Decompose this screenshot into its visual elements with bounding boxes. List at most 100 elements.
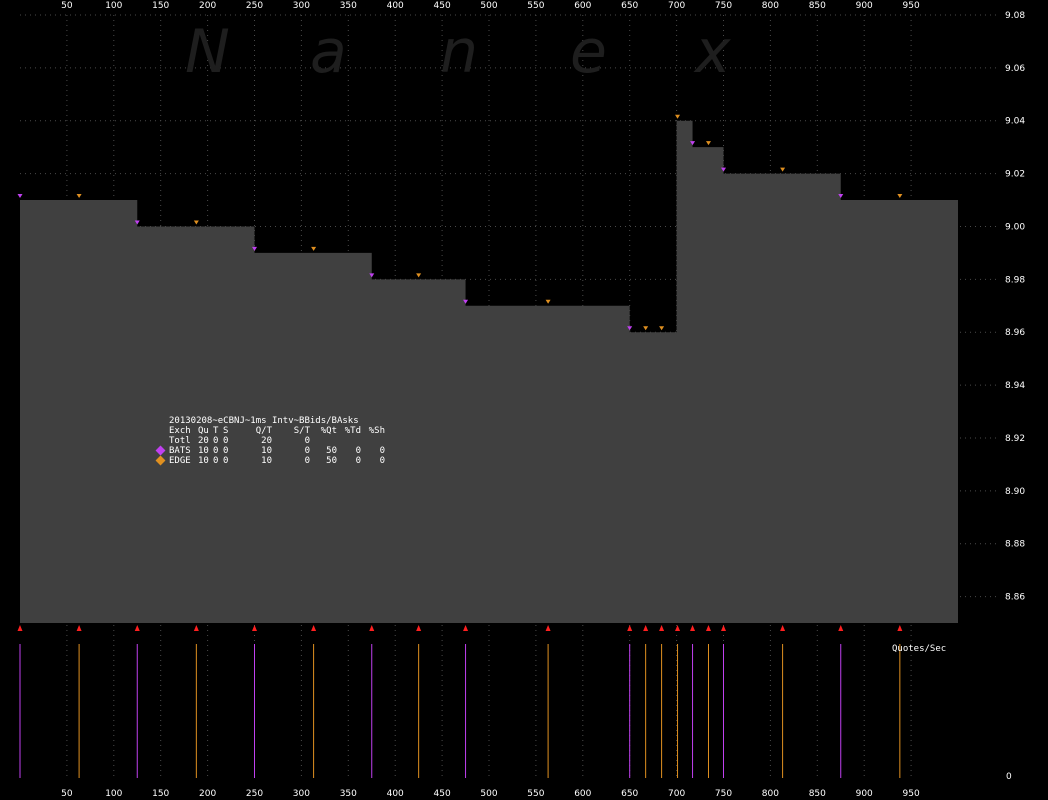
qt: 20 bbox=[261, 436, 272, 446]
x-tick-label: 300 bbox=[293, 789, 310, 799]
x-tick-label: 250 bbox=[246, 1, 263, 11]
x-tick-label: 850 bbox=[809, 789, 826, 799]
bid-ask-step-area bbox=[20, 120, 958, 623]
nanex-watermark: Na n e x bbox=[185, 17, 731, 87]
exch: EDGE bbox=[169, 456, 191, 466]
header-exch: Exch bbox=[169, 426, 191, 436]
s: 0 bbox=[223, 446, 229, 456]
y-tick-label: 8.98 bbox=[1005, 275, 1025, 285]
tick-arrow bbox=[780, 625, 786, 631]
x-tick-label: 700 bbox=[668, 1, 685, 11]
t: 0 bbox=[213, 436, 219, 446]
y-tick-label: 8.90 bbox=[1005, 487, 1025, 497]
x-axis-top: 50 100 150 200 250 300 350 400 450 500 550 600 650 70… bbox=[61, 1, 920, 11]
tick-arrow bbox=[705, 625, 711, 631]
x-tick-label: 600 bbox=[574, 1, 591, 11]
x-tick-label: 350 bbox=[340, 1, 357, 11]
quote-chart: Nanex 50 100 150 200 250 300 350 400 450 500 550 60… bbox=[17, 1, 1025, 799]
tick-arrow bbox=[134, 625, 140, 631]
quote-marker bbox=[311, 246, 317, 251]
watermark-letter: e bbox=[570, 17, 607, 87]
time-tick-arrows bbox=[17, 625, 903, 631]
watermark-letter: x bbox=[693, 17, 731, 87]
quote-marker bbox=[76, 194, 82, 199]
tick-arrow bbox=[311, 625, 317, 631]
y-tick-label: 9.06 bbox=[1005, 64, 1025, 74]
x-tick-label: 550 bbox=[527, 1, 544, 11]
pct-qt: 50 bbox=[326, 446, 337, 456]
y-tick-label: 8.92 bbox=[1005, 434, 1025, 444]
tick-arrow bbox=[193, 625, 199, 631]
st: 0 bbox=[304, 456, 310, 466]
tick-arrow bbox=[838, 625, 844, 631]
quote-marker bbox=[17, 194, 23, 199]
tick-arrow bbox=[76, 625, 82, 631]
y-tick-label: 9.04 bbox=[1005, 117, 1025, 127]
rate-zero-label: 0 bbox=[1006, 772, 1012, 782]
qt: 10 bbox=[261, 456, 272, 466]
pct-sh: 0 bbox=[379, 456, 385, 466]
header-pct-td: %Td bbox=[344, 426, 361, 436]
exch: Totl bbox=[169, 436, 191, 446]
x-tick-label: 900 bbox=[856, 789, 873, 799]
tick-arrow bbox=[545, 625, 551, 631]
header-qu: Qu bbox=[198, 426, 209, 436]
x-axis-bottom: 50 100 150 200 250 300 350 400 450 500 550 600 650 70… bbox=[61, 789, 920, 799]
x-tick-label: 500 bbox=[480, 1, 497, 11]
stats-title: 20130208~eCBNJ~1ms Intv~BBids/BAsks bbox=[169, 416, 359, 426]
tick-arrow bbox=[690, 625, 696, 631]
tick-arrow bbox=[659, 625, 665, 631]
s: 0 bbox=[223, 456, 229, 466]
t: 0 bbox=[213, 446, 219, 456]
x-tick-label: 300 bbox=[293, 1, 310, 11]
pct-sh: 0 bbox=[379, 446, 385, 456]
qu: 10 bbox=[198, 456, 209, 466]
tick-arrow bbox=[463, 625, 469, 631]
stats-table: 20130208~eCBNJ~1ms Intv~BBids/BAsks Exch… bbox=[155, 416, 385, 466]
x-tick-label: 800 bbox=[762, 1, 779, 11]
y-tick-label: 9.02 bbox=[1005, 170, 1025, 180]
quote-marker bbox=[780, 167, 786, 172]
quotes-per-sec-label: Quotes/Sec bbox=[892, 644, 946, 654]
x-tick-label: 950 bbox=[903, 1, 920, 11]
y-tick-label: 8.86 bbox=[1005, 593, 1025, 603]
s: 0 bbox=[223, 436, 229, 446]
x-tick-label: 400 bbox=[387, 789, 404, 799]
stats-row-edge: EDGE 10 0 0 10 0 50 0 0 bbox=[155, 455, 385, 466]
tick-arrow bbox=[897, 625, 903, 631]
qu: 20 bbox=[198, 436, 209, 446]
x-tick-label: 200 bbox=[199, 1, 216, 11]
x-tick-label: 750 bbox=[715, 789, 732, 799]
t: 0 bbox=[213, 456, 219, 466]
qu: 10 bbox=[198, 446, 209, 456]
stats-row-bats: BATS 10 0 0 10 0 50 0 0 bbox=[155, 445, 385, 456]
tick-arrow bbox=[17, 625, 23, 631]
y-tick-label: 9.00 bbox=[1005, 222, 1025, 232]
tick-arrow bbox=[675, 625, 681, 631]
quote-marker bbox=[193, 220, 199, 225]
tick-arrow bbox=[252, 625, 257, 631]
x-tick-label: 150 bbox=[152, 1, 169, 11]
quote-rate-spikes bbox=[19, 644, 901, 778]
x-tick-label: 100 bbox=[105, 1, 122, 11]
x-tick-label: 150 bbox=[152, 789, 169, 799]
x-tick-label: 800 bbox=[762, 789, 779, 799]
x-tick-label: 650 bbox=[621, 1, 638, 11]
quote-marker bbox=[659, 326, 665, 331]
x-tick-label: 350 bbox=[340, 789, 357, 799]
tick-arrow bbox=[627, 625, 633, 631]
quote-marker bbox=[545, 299, 551, 304]
header-st: S/T bbox=[293, 426, 310, 436]
x-tick-label: 50 bbox=[61, 789, 73, 799]
x-tick-label: 500 bbox=[480, 789, 497, 799]
x-tick-label: 50 bbox=[61, 1, 73, 11]
y-tick-label: 8.88 bbox=[1005, 540, 1025, 550]
st: 0 bbox=[304, 446, 310, 456]
pct-td: 0 bbox=[355, 446, 361, 456]
x-tick-label: 200 bbox=[199, 789, 216, 799]
y-tick-label: 9.08 bbox=[1005, 11, 1025, 21]
y-tick-label: 8.96 bbox=[1005, 328, 1025, 338]
y-tick-label: 8.94 bbox=[1005, 381, 1025, 391]
watermark-letter: a bbox=[310, 17, 347, 87]
y-axis-right: 9.08 9.06 9.04 9.02 9.00 8.98 8.96 8.94 8.92 8.90… bbox=[1005, 11, 1025, 603]
